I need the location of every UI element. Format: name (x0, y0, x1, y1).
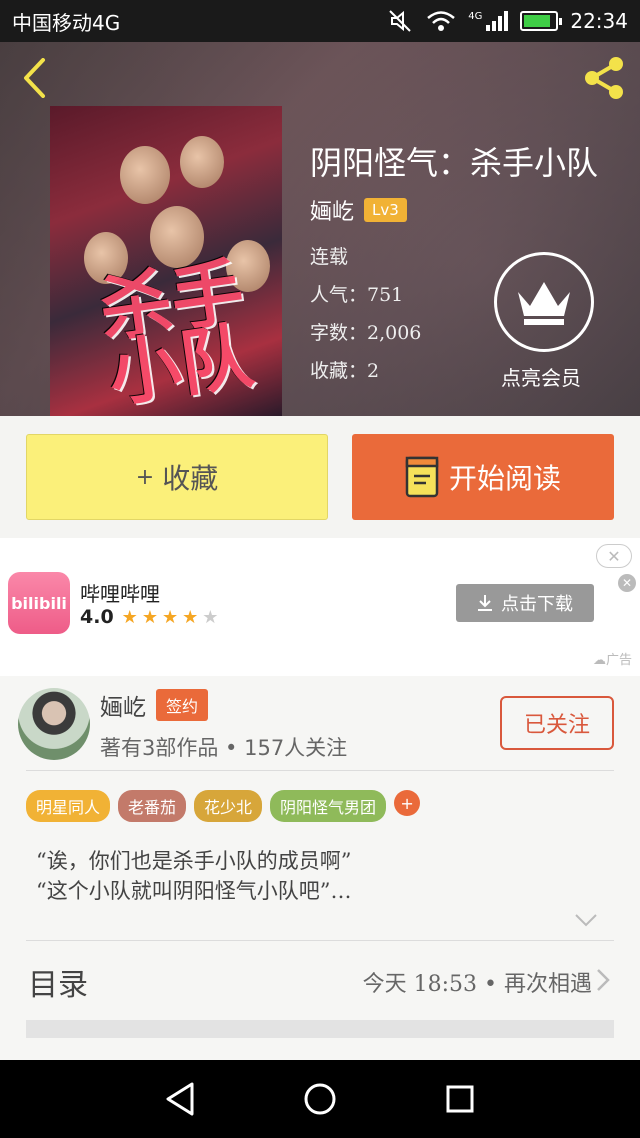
book-cover[interactable]: 杀手小队 (50, 106, 282, 416)
chevron-down-icon (575, 914, 597, 927)
ad-label: ☁广告 (592, 653, 632, 668)
author-card-name[interactable]: 婳屹 (100, 688, 146, 722)
ad-download-button[interactable]: 点击下载 (456, 584, 594, 622)
favorites-count: 收藏：2 (310, 360, 380, 382)
author-card: 婳屹 签约 著有3部作品 • 157人关注 已关注 明星同人 老番茄 花少北 阴… (0, 676, 640, 1060)
add-tag-button[interactable]: + (394, 790, 421, 816)
network-label: 4G (468, 11, 483, 22)
share-icon (585, 57, 623, 99)
cell-signal-icon: 4G (468, 11, 509, 31)
tag[interactable]: 明星同人 (26, 790, 111, 822)
share-button[interactable] (580, 54, 628, 102)
start-reading-button[interactable]: 开始阅读 (352, 434, 614, 520)
carrier-label: 中国移动4G (12, 10, 121, 35)
popularity: 人气：751 (310, 284, 404, 306)
cover-title-art: 杀手小队 (94, 248, 258, 416)
triangle-back-icon (166, 1082, 194, 1116)
close-icon[interactable]: ✕ (596, 544, 632, 568)
collect-label: 收藏 (162, 462, 219, 495)
battery-icon (520, 11, 563, 31)
table-of-contents-row[interactable]: 目录 今天 18:53 • 再次相遇 (0, 942, 640, 1022)
action-bar: + 收藏 开始阅读 (0, 416, 640, 538)
book-title: 阴阳怪气：杀手小队 (310, 144, 599, 182)
star-empty-icon: ★ (202, 606, 219, 628)
serial-status: 连载 (310, 246, 349, 268)
chevron-right-icon (597, 969, 610, 991)
star-icon: ★ (121, 606, 138, 628)
tag-list: 明星同人 老番茄 花少北 阴阳怪气男团 + (26, 790, 421, 822)
level-badge: Lv3 (364, 198, 407, 222)
wifi-icon (427, 11, 456, 31)
ad-rating: 4.0 ★ ★ ★ ★ ★ (80, 606, 218, 628)
vip-label: 点亮会员 (501, 366, 581, 390)
vip-button[interactable]: 点亮会员 (494, 252, 594, 391)
status-bar: 中国移动4G 4G 22:34 (0, 0, 640, 42)
divider (26, 940, 614, 941)
book-header: 杀手小队 阴阳怪气：杀手小队 婳屹 Lv3 连载 人气：751 字数：2,006… (0, 42, 640, 416)
download-icon (478, 595, 492, 611)
crown-icon (494, 252, 594, 352)
nav-home-button[interactable] (298, 1077, 342, 1121)
nav-recents-button[interactable] (438, 1077, 482, 1121)
book-icon (405, 456, 439, 498)
avatar[interactable] (18, 688, 90, 760)
clock: 22:34 (570, 9, 628, 33)
download-label: 点击下载 (501, 594, 573, 615)
divider (26, 770, 614, 771)
description-line: “这个小队就叫阴阳怪气小队吧”… (36, 879, 352, 903)
start-reading-label: 开始阅读 (448, 462, 561, 495)
ad-banner[interactable]: ✕ bilibili 哔哩哔哩 4.0 ★ ★ ★ ★ ★ 点击下载 ✕ ☁广告 (0, 538, 640, 676)
author-name[interactable]: 婳屹 (310, 194, 354, 226)
book-meta: 连载 人气：751 字数：2,006 收藏：2 (310, 242, 421, 394)
square-recents-icon (446, 1085, 474, 1113)
nav-back-button[interactable] (158, 1077, 202, 1121)
follow-button[interactable]: 已关注 (500, 696, 614, 750)
description-line: “诶，你们也是杀手小队的成员啊” (36, 849, 352, 873)
signed-badge: 签约 (156, 689, 209, 721)
ad-app-name: 哔哩哔哩 (80, 582, 160, 606)
plus-icon: + (135, 464, 155, 490)
star-icon: ★ (161, 606, 179, 628)
ad-close-icon[interactable]: ✕ (618, 574, 636, 592)
author-name-row: 婳屹 签约 (100, 688, 209, 722)
toc-label: 目录 (28, 968, 88, 1003)
mute-icon (389, 10, 411, 32)
bilibili-app-icon[interactable]: bilibili (8, 572, 70, 634)
status-icons: 4G 22:34 (388, 9, 628, 33)
tag[interactable]: 阴阳怪气男团 (270, 790, 387, 822)
tag[interactable]: 老番茄 (118, 790, 187, 822)
tag[interactable]: 花少北 (194, 790, 263, 822)
star-icon: ★ (141, 606, 158, 628)
system-nav-bar (0, 1060, 640, 1138)
author-stats: 著有3部作品 • 157人关注 (100, 736, 348, 760)
star-icon: ★ (182, 606, 199, 628)
word-count: 字数：2,006 (310, 322, 422, 344)
collect-button[interactable]: + 收藏 (26, 434, 328, 520)
latest-chapter: 今天 18:53 • 再次相遇 (362, 972, 592, 997)
author-row[interactable]: 婳屹 Lv3 (310, 194, 407, 226)
circle-home-icon (304, 1083, 336, 1115)
rating-score: 4.0 (80, 606, 114, 628)
back-button[interactable] (14, 56, 54, 100)
chevron-left-icon (24, 58, 45, 98)
loading-bar (26, 1020, 614, 1038)
book-description: “诶，你们也是杀手小队的成员啊” “这个小队就叫阴阳怪气小队吧”… (36, 846, 351, 906)
expand-button[interactable] (574, 912, 598, 932)
